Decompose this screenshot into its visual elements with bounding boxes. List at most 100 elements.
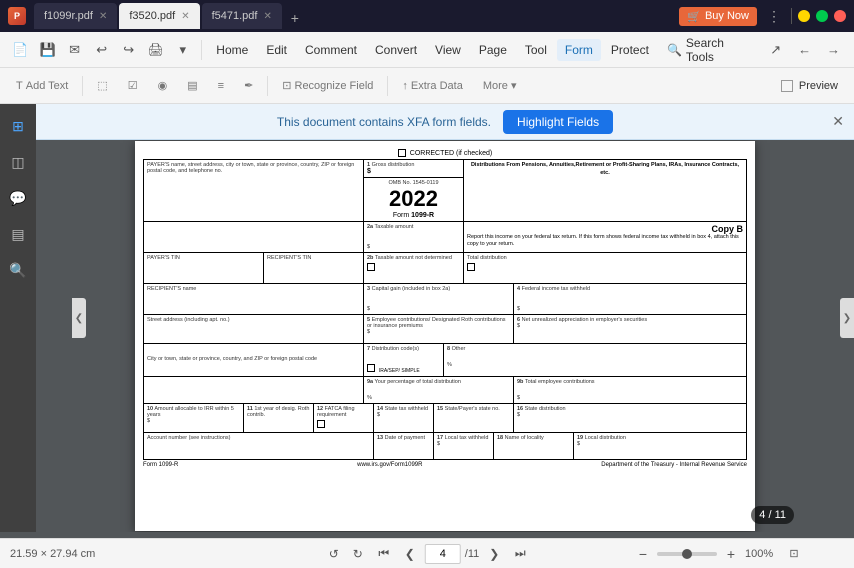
toolbar-sep3 [387,76,388,96]
box5-cell: 5 Employee contributions/ Designated Rot… [364,315,514,343]
box14-label: 14 State tax withheld [377,406,430,412]
tab-f3520[interactable]: f3520.pdf ✕ [119,3,199,29]
select-tool-button[interactable]: ⬚ [89,76,115,95]
sidebar-comment-icon[interactable]: 💬 [4,184,32,212]
box2b-checkbox[interactable] [367,263,375,271]
menu-item-tool[interactable]: Tool [517,39,555,61]
menu-icon-file[interactable]: 📄 [8,37,33,63]
menu-icon-dropdown[interactable]: ▾ [170,37,195,63]
radio-tool-button[interactable]: ◉ [150,76,176,95]
menu-icon-save[interactable]: 💾 [35,37,60,63]
corrected-checkbox[interactable] [398,149,406,157]
menu-icon-redo[interactable]: ↪ [116,37,141,63]
notification-close-button[interactable]: ✕ [832,113,844,130]
rotate-left-button[interactable]: ↺ [323,543,345,565]
city-space [147,346,360,356]
menu-icon-email[interactable]: ✉ [62,37,87,63]
extra-data-button[interactable]: ↑ Extra Data [394,77,470,95]
page-number-input[interactable] [425,544,461,564]
pdf-content: CORRECTED (if checked) PAYER'S name, str… [135,141,755,531]
sidebar-layers-icon[interactable]: ▤ [4,220,32,248]
box3-value [367,292,510,306]
rotate-right-button[interactable]: ↻ [347,543,369,565]
checkbox-tool-button[interactable]: ☑ [120,76,146,95]
sidebar-pages-icon[interactable]: ⊞ [4,112,32,140]
pdf-area: ❮ CORRECTED (if checked) PAYER'S name, s… [36,104,854,532]
recipient-tin-value [267,261,360,281]
combo-icon: ▤ [187,79,197,92]
menu-item-view[interactable]: View [427,39,469,61]
box2b-total-cell: Total distribution [464,253,746,283]
zoom-slider-thumb[interactable] [682,549,692,559]
share-icon[interactable]: ↗ [763,37,788,63]
preview-button[interactable]: Preview [773,77,846,95]
title-bar: P f1099r.pdf ✕ f3520.pdf ✕ f5471.pdf ✕ +… [0,0,854,32]
menu-item-edit[interactable]: Edit [258,39,295,61]
signature-tool-button[interactable]: ✒ [236,76,261,95]
menu-item-form[interactable]: Form [557,39,601,61]
form-row-2: 2a Taxable amount $ Copy B Report this i… [144,222,746,253]
first-page-button[interactable]: ⏮ [373,543,395,565]
copy-b-text: Report this income on your federal tax r… [467,234,743,248]
menu-item-page[interactable]: Page [471,39,515,61]
panel-toggle-left[interactable]: ❮ [72,298,86,338]
zoom-out-button[interactable]: − [633,544,653,564]
zoom-in-button[interactable]: + [721,544,741,564]
tab-label: f3520.pdf [129,10,175,22]
add-text-button[interactable]: T Add Text [8,77,76,95]
spacer7-cell [144,377,364,403]
box12-checkbox[interactable] [317,420,325,428]
minimize-button[interactable] [798,10,810,22]
back-icon[interactable]: ← [792,37,817,63]
more-options-icon[interactable]: ⋮ [763,6,785,27]
box2a-cell: 2a Taxable amount $ [364,222,464,252]
box4-cell: 4 Federal income tax withheld $ [514,284,746,314]
menu-item-comment[interactable]: Comment [297,39,365,61]
new-tab-button[interactable]: + [284,7,306,29]
search-tools-button[interactable]: 🔍 Search Tools [659,32,759,68]
tab-close[interactable]: ✕ [181,11,189,22]
checkbox-icon: ☑ [128,79,138,92]
panel-toggle-right[interactable]: ❯ [840,298,854,338]
menu-item-convert[interactable]: Convert [367,39,425,61]
payer-name-cell: PAYER'S name, street address, city or to… [144,160,364,221]
tab-f1099r[interactable]: f1099r.pdf ✕ [34,3,117,29]
highlight-fields-button[interactable]: Highlight Fields [503,110,613,134]
form-name: Form 1099-R [367,212,460,219]
menu-icon-print[interactable]: 🖨 [143,37,168,63]
form-row-8: 10 Amount allocable to IRR within 5 year… [144,404,746,433]
menu-bar: 📄 💾 ✉ ↩ ↪ 🖨 ▾ Home Edit Comment Convert … [0,32,854,68]
menu-icon-undo[interactable]: ↩ [89,37,114,63]
sidebar-search-icon[interactable]: 🔍 [4,256,32,284]
last-page-button[interactable]: ⏭ [509,543,531,565]
buy-now-button[interactable]: 🛒 Buy Now [679,7,757,26]
fit-page-button[interactable]: ⊡ [784,544,804,564]
zoom-slider[interactable] [657,552,717,556]
box8-cell: 8 Other % [444,344,746,376]
form-footer-dept: Department of the Treasury - Internal Re… [601,462,747,468]
more-button[interactable]: More ▾ [475,76,525,95]
tab-f5471[interactable]: f5471.pdf ✕ [202,3,282,29]
prev-page-button[interactable]: ❮ [399,543,421,565]
next-page-button[interactable]: ❯ [483,543,505,565]
maximize-button[interactable] [816,10,828,22]
combo-tool-button[interactable]: ▤ [179,76,205,95]
recognize-field-button[interactable]: ⊡ Recognize Field [274,76,381,95]
recognize-label: Recognize Field [295,80,374,92]
menu-item-protect[interactable]: Protect [603,39,657,61]
pdf-document: CORRECTED (if checked) PAYER'S name, str… [135,141,755,531]
payer-tin-cell: PAYER'S TIN [144,253,264,283]
box19-dollar: $ [577,441,743,447]
menu-item-home[interactable]: Home [208,39,256,61]
tab-close[interactable]: ✕ [263,11,271,22]
box2b-total-checkbox[interactable] [467,263,475,271]
add-text-label: Add Text [26,80,69,92]
toolbar-sep2 [267,76,268,96]
page-size-label: 21.59 × 27.94 cm [10,548,95,560]
tab-close[interactable]: ✕ [99,11,107,22]
forward-icon[interactable]: → [821,37,846,63]
list-tool-button[interactable]: ≡ [210,77,232,95]
sidebar-bookmark-icon[interactable]: ◫ [4,148,32,176]
box7-checkbox[interactable] [367,364,375,372]
close-button[interactable] [834,10,846,22]
